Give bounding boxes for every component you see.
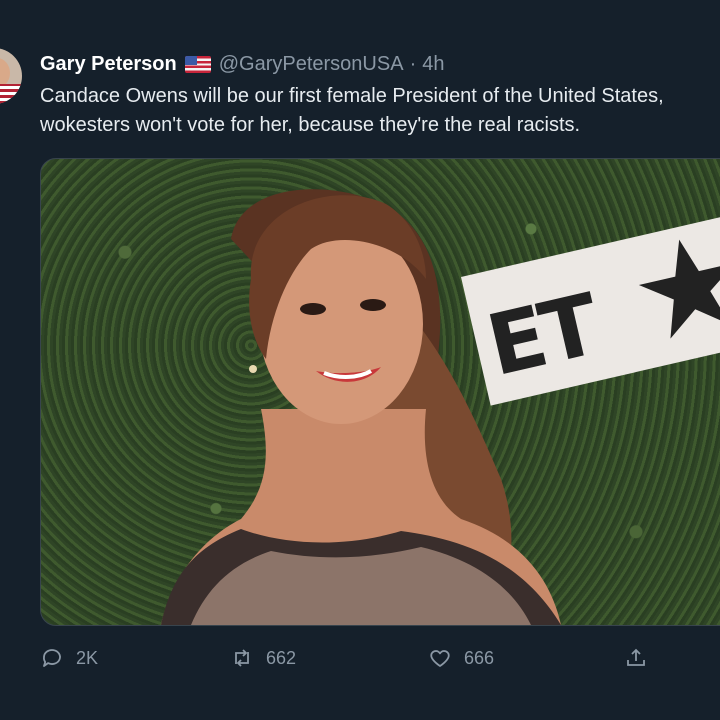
tweet-text: Candace Owens will be our first female P…: [40, 82, 720, 140]
tweet-text-line-2: wokesters won't vote for her, because th…: [40, 114, 581, 136]
like-button[interactable]: 666: [428, 642, 494, 674]
share-icon: [627, 648, 645, 666]
retweet-icon: [235, 649, 249, 667]
author-name[interactable]: Gary Peterson: [40, 53, 177, 76]
author-avatar[interactable]: [0, 48, 22, 104]
tweet-timestamp[interactable]: 4h: [422, 53, 444, 76]
tweet-actions-bar: 2K 662 666: [40, 642, 700, 674]
tweet-text-line-1: Candace Owens will be our first female P…: [40, 85, 664, 107]
like-count: 666: [464, 647, 495, 668]
us-flag-icon: [184, 55, 211, 73]
woman-portrait: [161, 189, 561, 625]
avatar-flag-stripes: [0, 84, 22, 104]
reply-count: 2K: [76, 647, 99, 668]
reply-button[interactable]: 2K: [40, 642, 98, 674]
share-button[interactable]: [624, 642, 648, 674]
reply-icon: [43, 649, 61, 667]
retweet-button[interactable]: 662: [230, 642, 296, 674]
heart-icon: [430, 650, 450, 667]
tweet-media-photo[interactable]: ET: [40, 158, 720, 626]
separator-dot: ·: [409, 52, 417, 75]
tweet-header: Gary Peterson @GaryPetersonUSA · 4h: [40, 50, 444, 78]
retweet-count: 662: [266, 647, 297, 668]
author-handle[interactable]: @GaryPetersonUSA: [219, 53, 404, 76]
